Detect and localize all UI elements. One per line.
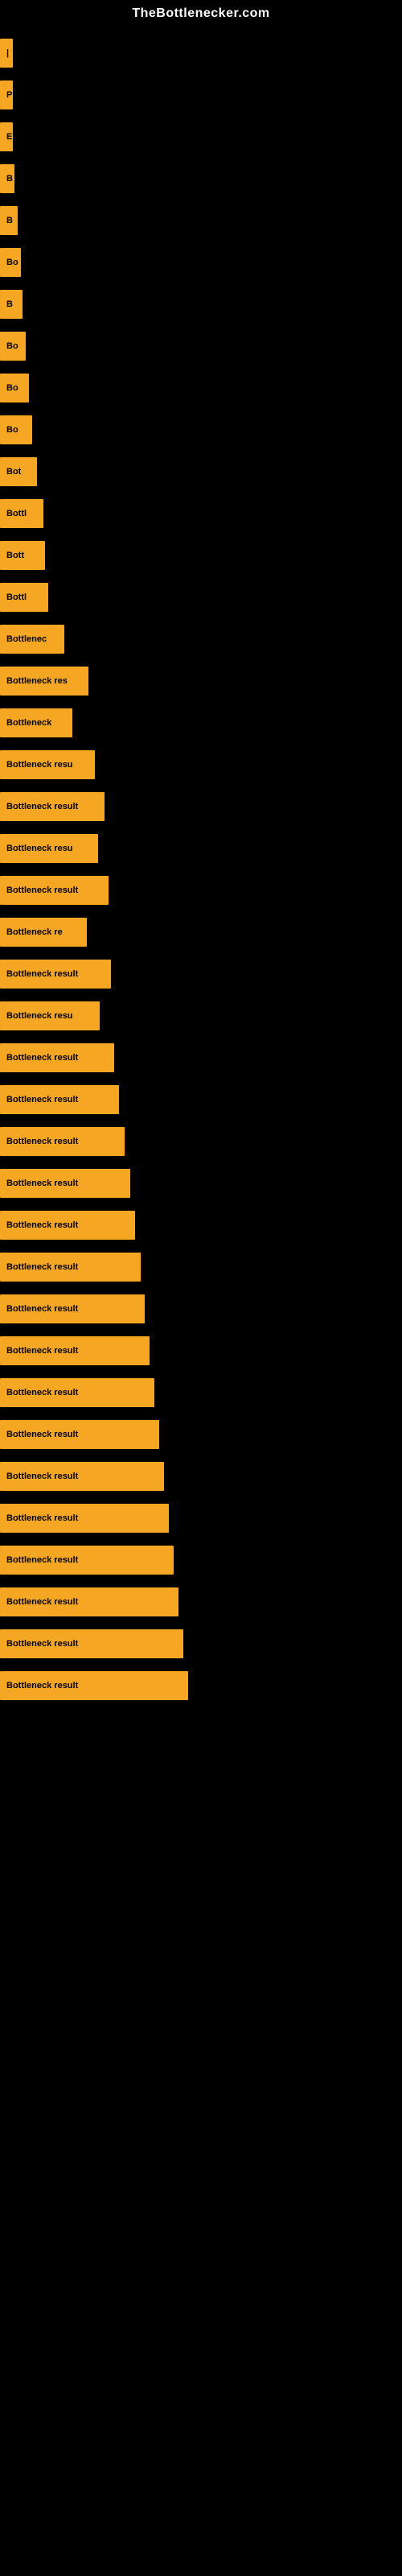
bar-label: Bottl xyxy=(0,499,43,528)
bar-row: Bottleneck result xyxy=(0,1246,402,1288)
bar-label: Bottleneck result xyxy=(0,1587,178,1616)
bar-label: Bottleneck result xyxy=(0,1253,141,1282)
bar-label: Bottleneck result xyxy=(0,1546,174,1575)
bar-row: Bottleneck result xyxy=(0,869,402,911)
bar-label: Bottl xyxy=(0,583,48,612)
bar-row: Bott xyxy=(0,535,402,576)
bar-row: Bottleneck resu xyxy=(0,828,402,869)
bar-label: Bottleneck result xyxy=(0,1085,119,1114)
bars-container: |PEBBBoBBoBoBoBotBottlBottBottlBottlenec… xyxy=(0,24,402,1715)
bar-label: Bottleneck result xyxy=(0,1127,125,1156)
bar-row: Bottl xyxy=(0,576,402,618)
bar-label: B xyxy=(0,164,14,193)
bar-row: Bot xyxy=(0,451,402,493)
bar-label: Bottleneck xyxy=(0,708,72,737)
bar-row: Bottl xyxy=(0,493,402,535)
bar-row: P xyxy=(0,74,402,116)
bar-row: Bottleneck result xyxy=(0,1455,402,1497)
bar-label: Bottleneck result xyxy=(0,1504,169,1533)
bar-row: Bottleneck result xyxy=(0,1121,402,1162)
bar-row: Bottleneck result xyxy=(0,1665,402,1707)
bar-row: Bo xyxy=(0,367,402,409)
bar-row: Bottlenec xyxy=(0,618,402,660)
bar-label: Bottleneck result xyxy=(0,876,109,905)
bar-row: Bottleneck result xyxy=(0,1288,402,1330)
bar-row: Bottleneck result xyxy=(0,1372,402,1414)
bar-row: Bottleneck res xyxy=(0,660,402,702)
bar-row: Bottleneck result xyxy=(0,786,402,828)
bar-row: Bottleneck result xyxy=(0,1204,402,1246)
bar-label: Bot xyxy=(0,457,37,486)
bar-label: Bo xyxy=(0,374,29,402)
bar-label: Bottlenec xyxy=(0,625,64,654)
bar-label: Bottleneck result xyxy=(0,1420,159,1449)
bar-label: Bottleneck re xyxy=(0,918,87,947)
bar-row: Bo xyxy=(0,325,402,367)
bar-row: Bottleneck result xyxy=(0,953,402,995)
bar-row: E xyxy=(0,116,402,158)
bar-label: Bottleneck resu xyxy=(0,834,98,863)
bar-label: Bottleneck result xyxy=(0,1043,114,1072)
bar-label: B xyxy=(0,206,18,235)
bar-label: Bottleneck res xyxy=(0,667,88,696)
bar-label: B xyxy=(0,290,23,319)
bar-row: Bottleneck result xyxy=(0,1079,402,1121)
bar-row: Bottleneck re xyxy=(0,911,402,953)
bar-row: Bottleneck result xyxy=(0,1037,402,1079)
bar-label: Bottleneck result xyxy=(0,1211,135,1240)
bar-row: Bottleneck result xyxy=(0,1497,402,1539)
bar-row: B xyxy=(0,158,402,200)
bar-label: Bottleneck result xyxy=(0,1629,183,1658)
bar-label: Bott xyxy=(0,541,45,570)
bar-label: | xyxy=(0,39,13,68)
bar-row: Bottleneck resu xyxy=(0,995,402,1037)
bar-label: Bottleneck result xyxy=(0,960,111,989)
bar-row: Bo xyxy=(0,242,402,283)
bar-label: Bo xyxy=(0,415,32,444)
bar-label: Bottleneck result xyxy=(0,1294,145,1323)
bar-row: Bottleneck result xyxy=(0,1414,402,1455)
bar-row: Bottleneck result xyxy=(0,1330,402,1372)
bar-row: Bottleneck resu xyxy=(0,744,402,786)
bar-label: Bottleneck result xyxy=(0,1169,130,1198)
bar-label: Bottleneck result xyxy=(0,1671,188,1700)
bar-label: Bottleneck result xyxy=(0,1336,150,1365)
site-title: TheBottlenecker.com xyxy=(0,0,402,24)
bar-row: | xyxy=(0,32,402,74)
bar-label: Bottleneck result xyxy=(0,792,105,821)
bar-label: E xyxy=(0,122,13,151)
bar-row: Bo xyxy=(0,409,402,451)
bar-label: Bottleneck resu xyxy=(0,750,95,779)
bar-label: P xyxy=(0,80,13,109)
bar-row: Bottleneck result xyxy=(0,1581,402,1623)
bar-label: Bo xyxy=(0,332,26,361)
bar-row: Bottleneck result xyxy=(0,1162,402,1204)
bar-row: B xyxy=(0,283,402,325)
bar-row: Bottleneck xyxy=(0,702,402,744)
bar-label: Bottleneck result xyxy=(0,1378,154,1407)
bar-row: Bottleneck result xyxy=(0,1539,402,1581)
bar-row: Bottleneck result xyxy=(0,1623,402,1665)
bar-label: Bottleneck resu xyxy=(0,1001,100,1030)
bar-label: Bottleneck result xyxy=(0,1462,164,1491)
bar-label: Bo xyxy=(0,248,21,277)
bar-row: B xyxy=(0,200,402,242)
